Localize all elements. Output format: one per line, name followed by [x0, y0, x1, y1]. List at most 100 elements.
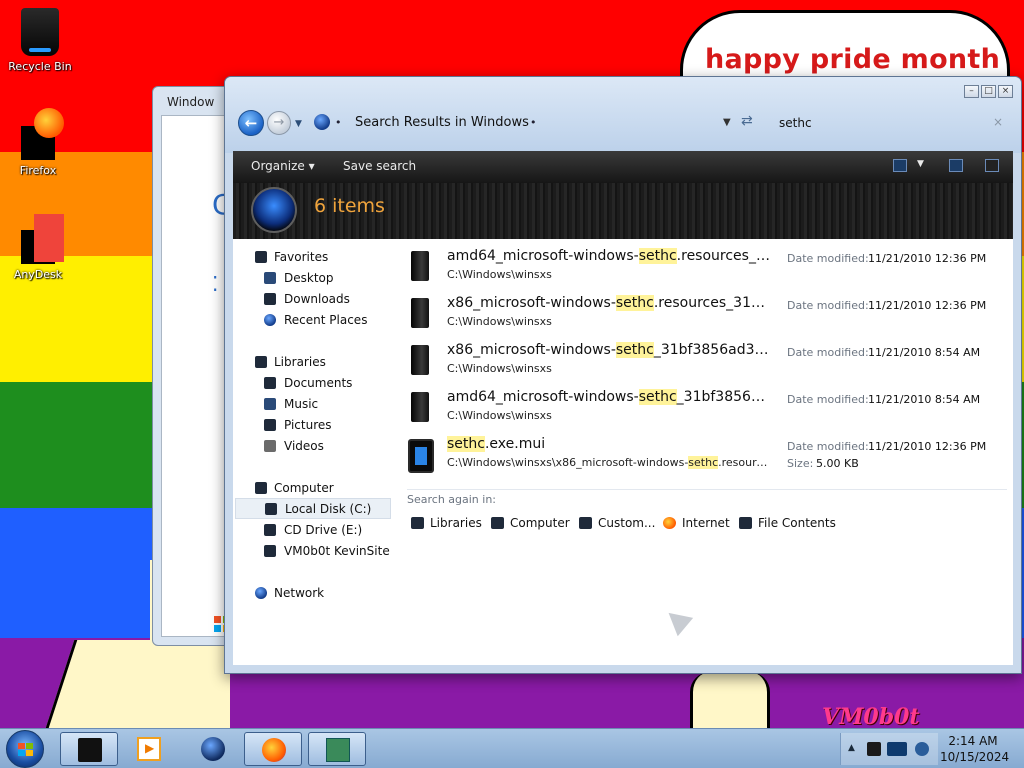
- nav-item-music[interactable]: Music: [233, 394, 397, 415]
- music-icon: [264, 398, 276, 410]
- search-box[interactable]: ×: [765, 111, 1013, 135]
- nav-item-network[interactable]: Network: [233, 583, 397, 604]
- forward-button[interactable]: →: [267, 111, 291, 135]
- nav-item-videos[interactable]: Videos: [233, 436, 397, 457]
- result-row[interactable]: sethc.exe.mui C:\Windows\winsxs\x86_micr…: [397, 431, 1003, 478]
- action-center-icon[interactable]: [867, 742, 881, 756]
- clock-time: 2:14 AM: [948, 734, 998, 748]
- details-header: 6 items: [233, 183, 1013, 239]
- date-modified-value: 11/21/2010 12:36 PM: [868, 440, 987, 453]
- nav-item-documents[interactable]: Documents: [233, 373, 397, 394]
- nav-item-pictures[interactable]: Pictures: [233, 415, 397, 436]
- nav-item-favorites[interactable]: Favorites: [233, 247, 397, 268]
- custom-folder-icon: [579, 517, 592, 529]
- results-list: amd64_microsoft-windows-sethc.resources_…: [397, 239, 1013, 665]
- maximize-button[interactable]: □: [981, 85, 996, 98]
- breadcrumb-separator-icon[interactable]: •: [335, 116, 342, 129]
- close-button[interactable]: ×: [998, 85, 1013, 98]
- date-modified-label: Date modified:: [787, 346, 869, 359]
- change-view-icon[interactable]: [893, 159, 907, 172]
- result-row[interactable]: amd64_microsoft-windows-sethc_31bf3856ad…: [397, 384, 1003, 431]
- result-name: sethc.exe.mui: [447, 436, 546, 452]
- file-contents-icon: [739, 517, 752, 529]
- desktop-icon-label: Firefox: [19, 164, 57, 177]
- internet-icon: [663, 517, 676, 529]
- show-hidden-icons-icon[interactable]: ▲: [848, 743, 855, 753]
- taskbar: ▲ 2:14 AM 10/15/2024: [0, 728, 1024, 768]
- taskbar-browser[interactable]: [184, 732, 242, 766]
- nav-item-local-disk[interactable]: Local Disk (C:): [235, 498, 391, 519]
- nav-item-recent-places[interactable]: Recent Places: [233, 310, 397, 331]
- navigation-pane: Favorites Desktop Downloads Recent Place…: [233, 239, 397, 665]
- help-icon[interactable]: [985, 159, 999, 172]
- hard-drive-icon: [265, 503, 277, 515]
- result-name: x86_microsoft-windows-sethc_31bf3856ad36…: [447, 342, 773, 358]
- nav-item-libraries[interactable]: Libraries: [233, 352, 397, 373]
- minimize-button[interactable]: –: [964, 85, 979, 98]
- folder-icon: [411, 345, 429, 375]
- network-tray-icon[interactable]: [887, 742, 907, 756]
- explorer-window[interactable]: – □ × ← → ▼ • Search Results in Windows …: [224, 76, 1022, 674]
- search-input[interactable]: [765, 111, 1013, 135]
- app-icon: [326, 738, 350, 762]
- view-dropdown-icon[interactable]: ▼: [917, 159, 924, 169]
- date-modified-label: Date modified:: [787, 252, 869, 265]
- taskbar-media-player[interactable]: [120, 732, 178, 766]
- firefox-badge-icon: [34, 108, 64, 138]
- clock[interactable]: 2:14 AM 10/15/2024: [940, 733, 1009, 765]
- organize-button[interactable]: Organize ▾: [251, 159, 315, 173]
- item-count: 6 items: [314, 195, 385, 217]
- result-path: C:\Windows\winsxs\x86_microsoft-windows-…: [447, 456, 773, 469]
- nav-item-cd-drive[interactable]: CD Drive (E:): [233, 520, 397, 541]
- search-again-label: Search again in:: [407, 493, 497, 506]
- desktop-icon: [264, 272, 276, 284]
- search-again-internet[interactable]: Internet: [663, 516, 730, 530]
- volume-icon[interactable]: [915, 742, 929, 756]
- address-breadcrumb[interactable]: Search Results in Windows: [355, 115, 529, 130]
- pictures-icon: [264, 419, 276, 431]
- nav-item-vm-site[interactable]: VM0b0t KevinSite: [233, 541, 397, 562]
- folder-icon: [411, 251, 429, 281]
- search-again-file-contents[interactable]: File Contents: [739, 516, 836, 530]
- result-name: amd64_microsoft-windows-sethc_31bf3856ad…: [447, 389, 773, 405]
- result-row[interactable]: amd64_microsoft-windows-sethc.resources_…: [397, 243, 1003, 290]
- size-value: 5.00 KB: [816, 457, 859, 470]
- anydesk-badge-icon: [34, 214, 64, 262]
- preview-pane-icon[interactable]: [949, 159, 963, 172]
- desktop-icon-label: AnyDesk: [13, 268, 63, 281]
- refresh-icon[interactable]: ⇄: [741, 113, 753, 129]
- recycle-bin-icon: [21, 8, 59, 56]
- search-again-libraries[interactable]: Libraries: [411, 516, 482, 530]
- documents-icon: [264, 377, 276, 389]
- taskbar-firefox[interactable]: [244, 732, 302, 766]
- mui-file-icon: [408, 439, 434, 473]
- command-bar: Organize ▾ Save search ▼: [233, 151, 1013, 183]
- address-dropdown-icon[interactable]: ▼: [723, 117, 731, 128]
- date-modified-value: 11/21/2010 12:36 PM: [868, 299, 987, 312]
- computer-icon: [491, 517, 504, 529]
- result-row[interactable]: x86_microsoft-windows-sethc.resources_31…: [397, 290, 1003, 337]
- search-again-computer[interactable]: Computer: [491, 516, 570, 530]
- star-icon: [255, 251, 267, 263]
- desktop-icon-label: Recycle Bin: [8, 60, 72, 73]
- breadcrumb-separator-icon[interactable]: •: [530, 116, 537, 129]
- result-row[interactable]: x86_microsoft-windows-sethc_31bf3856ad36…: [397, 337, 1003, 384]
- result-path: C:\Windows\winsxs: [447, 409, 552, 422]
- search-again-custom[interactable]: Custom...: [579, 516, 655, 530]
- back-button[interactable]: ←: [238, 110, 264, 136]
- start-button[interactable]: [6, 730, 44, 768]
- taskbar-app[interactable]: [308, 732, 366, 766]
- clear-search-icon[interactable]: ×: [993, 115, 1003, 129]
- libraries-icon: [255, 356, 267, 368]
- nav-item-computer[interactable]: Computer: [233, 478, 397, 499]
- taskbar-explorer[interactable]: [60, 732, 118, 766]
- desktop-icon-recycle-bin[interactable]: Recycle Bin: [0, 8, 80, 73]
- mouse-cursor-icon: [660, 603, 694, 637]
- videos-icon: [264, 440, 276, 452]
- recent-pages-dropdown[interactable]: ▼: [295, 119, 302, 129]
- nav-item-desktop[interactable]: Desktop: [233, 268, 397, 289]
- result-path: C:\Windows\winsxs: [447, 268, 552, 281]
- windows-logo-icon: [18, 743, 33, 756]
- save-search-button[interactable]: Save search: [343, 159, 416, 173]
- nav-item-downloads[interactable]: Downloads: [233, 289, 397, 310]
